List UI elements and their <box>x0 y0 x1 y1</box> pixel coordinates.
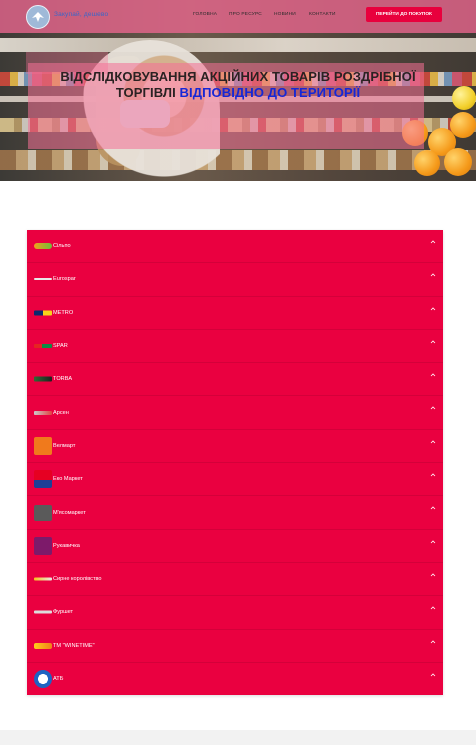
orange-fruit <box>450 112 476 138</box>
top-navigation: Закупай, дешево Головна Про ресурс Новин… <box>0 0 476 33</box>
store-row[interactable]: METRO <box>27 297 443 330</box>
silpo-logo-icon <box>34 243 52 250</box>
store-label: Сирне королівство <box>53 576 102 583</box>
nav-link-home[interactable]: Головна <box>193 12 217 17</box>
chevron-up-icon[interactable] <box>430 572 436 578</box>
store-row[interactable]: ТМ "WINETIME" <box>27 630 443 663</box>
hero-title: ВІДСЛІДКОВУВАННЯ АКЦІЙНИХ ТОВАРІВ РОЗДРІ… <box>30 69 446 101</box>
store-row[interactable]: Фуршет <box>27 596 443 630</box>
store-label: SPAR <box>53 343 68 350</box>
store-row[interactable]: Eurospar <box>27 263 443 297</box>
store-label: METRO <box>53 309 74 316</box>
store-label: ТМ "WINETIME" <box>53 642 95 649</box>
hero-shelf <box>0 150 476 170</box>
store-label: TORBA <box>53 376 73 383</box>
store-label: Eurospar <box>53 276 76 283</box>
eko-market-logo-icon <box>34 470 52 489</box>
store-label: Фуршет <box>53 609 74 616</box>
store-row[interactable]: М'ясомаркет <box>27 496 443 530</box>
store-label: Сільпо <box>53 243 71 250</box>
nav-link-news[interactable]: Новини <box>274 12 296 17</box>
store-row[interactable]: SPAR <box>27 330 443 364</box>
chevron-up-icon[interactable] <box>430 239 436 245</box>
footer <box>0 730 476 745</box>
store-label: М'ясомаркет <box>53 509 86 516</box>
furshet-logo-icon <box>34 610 52 614</box>
nav-link-contacts[interactable]: Контакти <box>309 12 336 17</box>
chevron-up-icon[interactable] <box>430 372 436 378</box>
chevron-up-icon[interactable] <box>430 339 436 345</box>
winetime-logo-icon <box>34 642 52 649</box>
arsen-logo-icon <box>34 410 52 415</box>
store-row[interactable]: Рукавичка <box>27 530 443 563</box>
chevron-up-icon[interactable] <box>430 439 436 445</box>
lemon-fruit <box>452 86 476 110</box>
hero-shelf <box>0 38 476 52</box>
go-to-shopping-button[interactable]: Перейти до покупок <box>366 7 442 22</box>
store-row[interactable]: Еко Маркет <box>27 463 443 497</box>
hero-title-accent: ВІДПОВІДНО ДО ТЕРИТОРІЇ <box>179 85 361 100</box>
store-row[interactable]: АТБ <box>27 663 443 695</box>
torba-logo-icon <box>34 376 52 382</box>
store-label: Еко Маркет <box>53 476 83 483</box>
orange-fruit <box>444 148 472 176</box>
stores-accordion: Сільпо Eurospar METRO SPAR TORBA Арсен Велмарт… <box>27 230 443 696</box>
site-logo-icon[interactable] <box>26 5 50 29</box>
chevron-up-icon[interactable] <box>430 539 436 545</box>
chevron-up-icon[interactable] <box>430 472 436 478</box>
store-row[interactable]: Арсен <box>27 396 443 430</box>
store-row[interactable]: TORBA <box>27 363 443 397</box>
chevron-up-icon[interactable] <box>430 505 436 511</box>
spar-logo-icon <box>34 344 52 349</box>
myasomarket-logo-icon <box>34 504 52 521</box>
store-row[interactable]: Сирне королівство <box>27 563 443 597</box>
chevron-up-icon[interactable] <box>430 272 436 278</box>
store-label: АТБ <box>53 676 64 682</box>
rukavychka-logo-icon <box>34 536 52 555</box>
chevron-up-icon[interactable] <box>430 306 436 312</box>
chevron-up-icon[interactable] <box>430 639 436 645</box>
syrne-korolivstvo-logo-icon <box>34 577 52 581</box>
store-label: Велмарт <box>53 442 76 449</box>
orange-fruit <box>414 150 440 176</box>
chevron-up-icon[interactable] <box>430 405 436 411</box>
store-row[interactable]: Велмарт <box>27 430 443 464</box>
store-label: Рукавичка <box>53 542 80 549</box>
nav-link-about[interactable]: Про ресурс <box>229 12 262 17</box>
velmart-logo-icon <box>34 436 52 455</box>
store-row[interactable]: Сільпо <box>27 230 443 264</box>
eurospar-logo-icon <box>34 278 52 281</box>
chevron-up-icon[interactable] <box>430 672 436 678</box>
atb-logo-icon <box>34 670 52 688</box>
chevron-up-icon[interactable] <box>430 605 436 611</box>
site-logo-text[interactable]: Закупай, дешево <box>54 11 108 18</box>
metro-logo-icon <box>34 310 52 316</box>
store-label: Арсен <box>53 409 69 416</box>
